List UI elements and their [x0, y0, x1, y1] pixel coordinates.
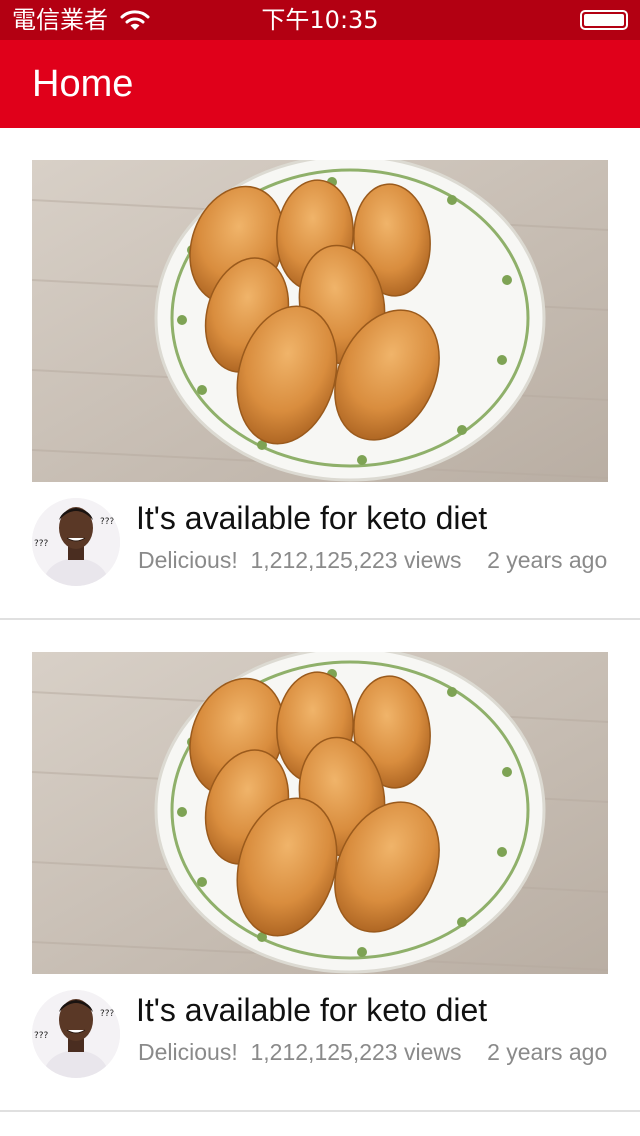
status-bar: 電信業者 下午10:35 — [0, 0, 640, 40]
channel-avatar[interactable]: ??? ??? — [32, 498, 120, 586]
video-card[interactable]: ??? ??? It's available for keto diet Del… — [0, 128, 640, 620]
svg-text:???: ??? — [34, 539, 49, 549]
navigation-bar: Home — [0, 40, 640, 128]
upload-age: 2 years ago — [487, 1039, 608, 1065]
video-meta: Delicious! 1,212,125,223 views 2 years a… — [138, 1038, 608, 1066]
clock: 下午10:35 — [261, 6, 379, 34]
video-meta: Delicious! 1,212,125,223 views 2 years a… — [138, 546, 608, 574]
video-thumbnail[interactable] — [32, 652, 608, 974]
video-title[interactable]: It's available for keto diet — [136, 498, 616, 538]
channel-avatar[interactable]: ??? ??? — [32, 990, 120, 1078]
channel-name[interactable]: Delicious! — [138, 547, 238, 573]
svg-text:???: ??? — [100, 1009, 115, 1019]
svg-text:???: ??? — [34, 1031, 49, 1041]
view-count: 1,212,125,223 views — [250, 1039, 462, 1065]
video-feed: ??? ??? It's available for keto diet Del… — [0, 128, 640, 1112]
video-title[interactable]: It's available for keto diet — [136, 990, 616, 1030]
page-title: Home — [32, 63, 134, 105]
battery-icon — [580, 10, 628, 30]
video-card[interactable]: ??? ??? It's available for keto diet Del… — [0, 620, 640, 1112]
channel-name[interactable]: Delicious! — [138, 1039, 238, 1065]
svg-text:???: ??? — [100, 517, 115, 527]
upload-age: 2 years ago — [487, 547, 608, 573]
view-count: 1,212,125,223 views — [250, 547, 462, 573]
video-thumbnail[interactable] — [32, 160, 608, 482]
